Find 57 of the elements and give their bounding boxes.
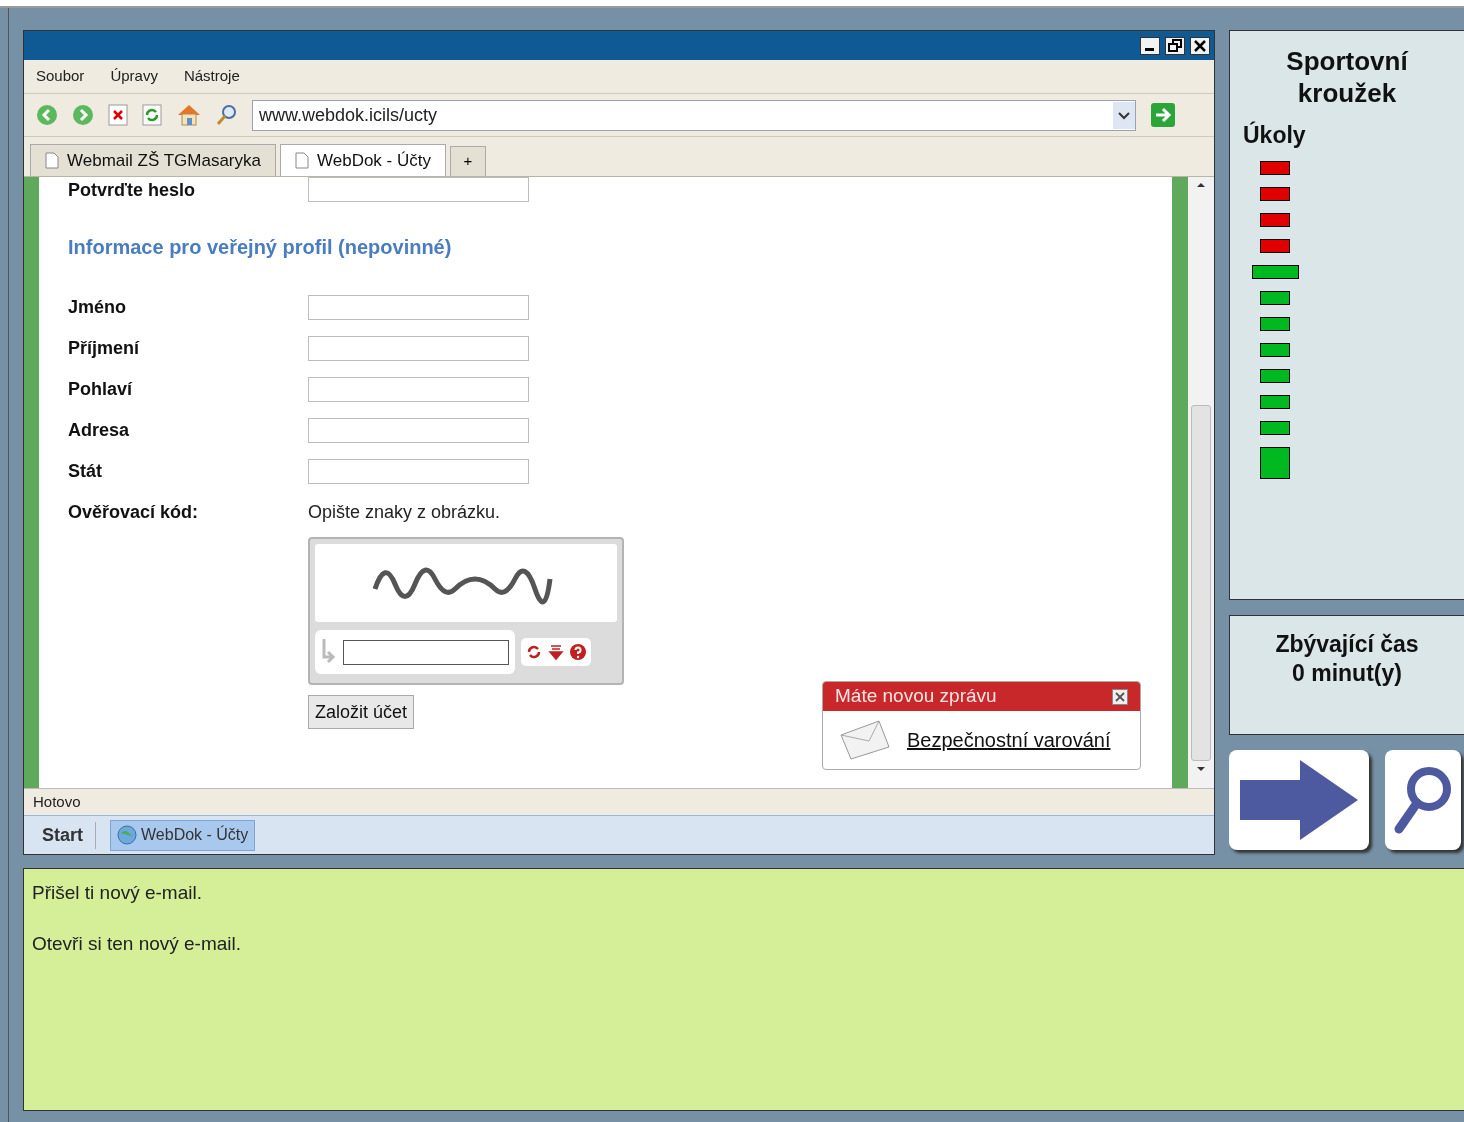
close-icon[interactable] bbox=[1190, 36, 1210, 55]
menu-item[interactable]: Nástroje bbox=[183, 65, 240, 88]
field-label: Příjmení bbox=[68, 337, 141, 360]
input-field[interactable] bbox=[308, 295, 529, 320]
field-label: Jméno bbox=[68, 296, 128, 319]
status-text: Hotovo bbox=[33, 791, 81, 812]
address-bar[interactable]: www.webdok.icils/ucty bbox=[252, 99, 1136, 131]
close-icon[interactable] bbox=[1112, 688, 1128, 705]
search-icon[interactable] bbox=[216, 104, 238, 126]
field-label: Pohlaví bbox=[68, 378, 134, 401]
tasks-label: Úkoly bbox=[1243, 120, 1307, 150]
right-arrow-icon bbox=[1240, 760, 1358, 840]
page-icon bbox=[45, 152, 59, 169]
globe-icon bbox=[117, 825, 137, 845]
next-button[interactable] bbox=[1229, 750, 1369, 850]
taskbar-item[interactable]: WebDok - Účty bbox=[110, 819, 256, 851]
input-field[interactable] bbox=[308, 418, 529, 443]
scroll-thumb[interactable] bbox=[1191, 405, 1211, 761]
refresh-icon[interactable] bbox=[525, 643, 543, 661]
instruction-text: Přišel ti nový e-mail. bbox=[32, 881, 203, 905]
search-button[interactable] bbox=[1385, 750, 1461, 850]
browser-tab[interactable]: Webmail ZŠ TGMasaryka bbox=[30, 144, 276, 176]
instruction-text: Otevři si ten nový e-mail. bbox=[32, 931, 243, 956]
new-tab-button[interactable]: + bbox=[450, 146, 486, 176]
stop-icon[interactable] bbox=[108, 104, 128, 126]
page-icon bbox=[295, 152, 309, 169]
timer-value: 0 minut(y) bbox=[1292, 659, 1402, 688]
timer-label: Zbývající čas bbox=[1275, 630, 1419, 659]
minimize-icon[interactable] bbox=[1140, 36, 1160, 55]
menu-item[interactable]: Úpravy bbox=[110, 65, 158, 88]
captcha-field[interactable] bbox=[343, 639, 509, 665]
field-label: Ověřovací kód: bbox=[68, 501, 200, 524]
scrollbar[interactable] bbox=[1188, 177, 1214, 788]
captcha-hint: Opište znaky z obrázku. bbox=[308, 501, 501, 524]
envelope-icon bbox=[837, 719, 893, 761]
help-icon[interactable] bbox=[569, 643, 587, 661]
input-field[interactable] bbox=[308, 336, 529, 361]
dropdown-icon[interactable] bbox=[1113, 101, 1135, 129]
input-field[interactable] bbox=[308, 377, 529, 402]
input-field[interactable] bbox=[308, 459, 529, 484]
menu-item[interactable]: Soubor bbox=[36, 65, 85, 88]
field-label: Potvrďte heslo bbox=[68, 179, 196, 202]
create-account-button[interactable]: Založit účet bbox=[308, 695, 415, 729]
notification-link[interactable]: Bezpečnostní varování bbox=[907, 725, 1111, 755]
section-heading: Informace pro veřejný profil (nepovinné) bbox=[68, 235, 453, 260]
home-icon[interactable] bbox=[176, 103, 202, 127]
field-label: Stát bbox=[68, 460, 103, 483]
notification-title: Máte novou zprávu bbox=[835, 684, 997, 709]
refresh-icon[interactable] bbox=[142, 104, 162, 126]
input-field[interactable] bbox=[308, 177, 529, 202]
go-icon[interactable] bbox=[1150, 102, 1176, 128]
start-button[interactable]: Start bbox=[42, 821, 96, 849]
browser-tab[interactable]: WebDok - Účty bbox=[280, 144, 446, 176]
field-label: Adresa bbox=[68, 419, 131, 442]
restore-icon[interactable] bbox=[1165, 36, 1185, 55]
panel-title: Sportovní kroužek bbox=[1285, 45, 1410, 109]
search-icon bbox=[1393, 765, 1453, 835]
